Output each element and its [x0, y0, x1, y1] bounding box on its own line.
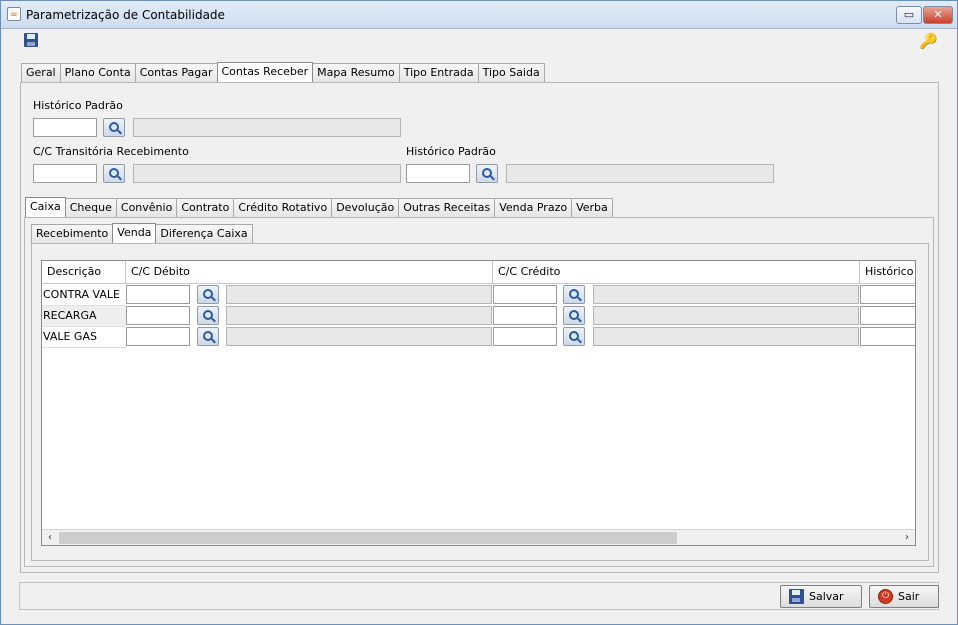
- venda-table: Descrição C/C Débito C/C Crédito Históri…: [41, 260, 916, 546]
- tab-credito-rotativo[interactable]: Crédito Rotativo: [233, 198, 333, 217]
- tab-geral[interactable]: Geral: [21, 63, 61, 82]
- main-window: ☕ Parametrização de Contabilidade ▭ ✕ 🔑 …: [0, 0, 958, 625]
- row-cc-debito-desc: [226, 285, 492, 304]
- row-cc-credito-search-button[interactable]: [563, 285, 585, 304]
- tab-recebimento[interactable]: Recebimento: [31, 224, 114, 243]
- key-icon[interactable]: 🔑: [919, 32, 938, 50]
- tab-contas-receber[interactable]: Contas Receber: [216, 62, 314, 82]
- close-button[interactable]: ✕: [923, 6, 953, 24]
- tab-outras-receitas[interactable]: Outras Receitas: [398, 198, 496, 217]
- row-cc-debito-input[interactable]: [126, 285, 190, 304]
- tab-diferenca-caixa[interactable]: Diferença Caixa: [155, 224, 253, 243]
- scroll-left-icon[interactable]: ‹: [42, 530, 58, 545]
- sair-button[interactable]: ⏻ Sair: [869, 585, 939, 608]
- action-bar: Salvar ⏻ Sair: [19, 582, 939, 610]
- cc-transitoria-search-button[interactable]: [103, 164, 125, 183]
- historico-padrao-label: Histórico Padrão: [33, 99, 123, 112]
- horizontal-scrollbar[interactable]: ‹ ›: [42, 529, 915, 545]
- row-cc-credito-desc: [593, 327, 859, 346]
- row-cc-credito-desc: [593, 306, 859, 325]
- table-row-label: CONTRA VALE: [42, 285, 126, 306]
- salvar-button[interactable]: Salvar: [780, 585, 862, 608]
- top-tab-strip: Geral Plano Conta Contas Pagar Contas Re…: [21, 62, 545, 82]
- table-row-label: RECARGA: [42, 306, 126, 327]
- restore-button[interactable]: ▭: [896, 6, 922, 24]
- row-cc-credito-search-button[interactable]: [563, 306, 585, 325]
- row-cc-debito-search-button[interactable]: [197, 327, 219, 346]
- row-cc-credito-input[interactable]: [493, 285, 557, 304]
- tab-plano-conta[interactable]: Plano Conta: [59, 63, 136, 82]
- tab-contas-pagar[interactable]: Contas Pagar: [134, 63, 218, 82]
- tab-verba[interactable]: Verba: [571, 198, 613, 217]
- row-historico-input[interactable]: [860, 306, 915, 325]
- historico-padrao2-desc-field: [506, 164, 774, 183]
- table-row-label: VALE GAS: [42, 327, 126, 348]
- column-header-descricao[interactable]: Descrição: [42, 261, 126, 284]
- row-historico-input[interactable]: [860, 285, 915, 304]
- row-cc-credito-input[interactable]: [493, 327, 557, 346]
- java-cup-icon: ☕: [7, 7, 21, 21]
- row-cc-credito-search-button[interactable]: [563, 327, 585, 346]
- tab-devolucao[interactable]: Devolução: [331, 198, 400, 217]
- row-cc-debito-desc: [226, 306, 492, 325]
- column-header-cc-debito[interactable]: C/C Débito: [126, 261, 493, 284]
- floppy-icon: [789, 589, 804, 604]
- tab-tipo-saida[interactable]: Tipo Saida: [477, 63, 545, 82]
- row-cc-debito-input[interactable]: [126, 327, 190, 346]
- historico-padrao-search-button[interactable]: [103, 118, 125, 137]
- sair-label: Sair: [898, 590, 920, 603]
- tab-mapa-resumo[interactable]: Mapa Resumo: [312, 63, 400, 82]
- cc-transitoria-label: C/C Transitória Recebimento: [33, 145, 189, 158]
- title-bar: ☕ Parametrização de Contabilidade ▭ ✕: [1, 1, 957, 29]
- row-cc-debito-search-button[interactable]: [197, 306, 219, 325]
- cc-transitoria-code-input[interactable]: [33, 164, 97, 183]
- historico-padrao-desc-field: [133, 118, 401, 137]
- floppy-icon[interactable]: [24, 33, 38, 47]
- row-cc-debito-desc: [226, 327, 492, 346]
- window-title: Parametrização de Contabilidade: [26, 8, 225, 22]
- power-icon: ⏻: [878, 589, 893, 604]
- mid-tab-strip: Caixa Cheque Convênio Contrato Crédito R…: [25, 197, 613, 217]
- tab-contrato[interactable]: Contrato: [176, 198, 235, 217]
- sub-tab-strip: Recebimento Venda Diferença Caixa: [31, 223, 253, 243]
- column-header-historico[interactable]: Histórico Padrão: [860, 261, 915, 284]
- column-header-cc-credito[interactable]: C/C Crédito: [493, 261, 860, 284]
- historico-padrao2-code-input[interactable]: [406, 164, 470, 183]
- row-cc-debito-search-button[interactable]: [197, 285, 219, 304]
- tab-tipo-entrada[interactable]: Tipo Entrada: [398, 63, 479, 82]
- row-cc-credito-input[interactable]: [493, 306, 557, 325]
- scroll-thumb[interactable]: [59, 532, 677, 544]
- historico-padrao2-label: Histórico Padrão: [406, 145, 496, 158]
- cc-transitoria-desc-field: [133, 164, 401, 183]
- historico-padrao-code-input[interactable]: [33, 118, 97, 137]
- tab-convenio[interactable]: Convênio: [115, 198, 178, 217]
- historico-padrao2-search-button[interactable]: [476, 164, 498, 183]
- salvar-label: Salvar: [809, 590, 844, 603]
- row-historico-input[interactable]: [860, 327, 915, 346]
- tab-venda[interactable]: Venda: [112, 223, 157, 243]
- tab-caixa[interactable]: Caixa: [25, 197, 66, 217]
- scroll-right-icon[interactable]: ›: [899, 530, 915, 545]
- tab-venda-prazo[interactable]: Venda Prazo: [494, 198, 573, 217]
- row-cc-debito-input[interactable]: [126, 306, 190, 325]
- tab-cheque[interactable]: Cheque: [64, 198, 117, 217]
- row-cc-credito-desc: [593, 285, 859, 304]
